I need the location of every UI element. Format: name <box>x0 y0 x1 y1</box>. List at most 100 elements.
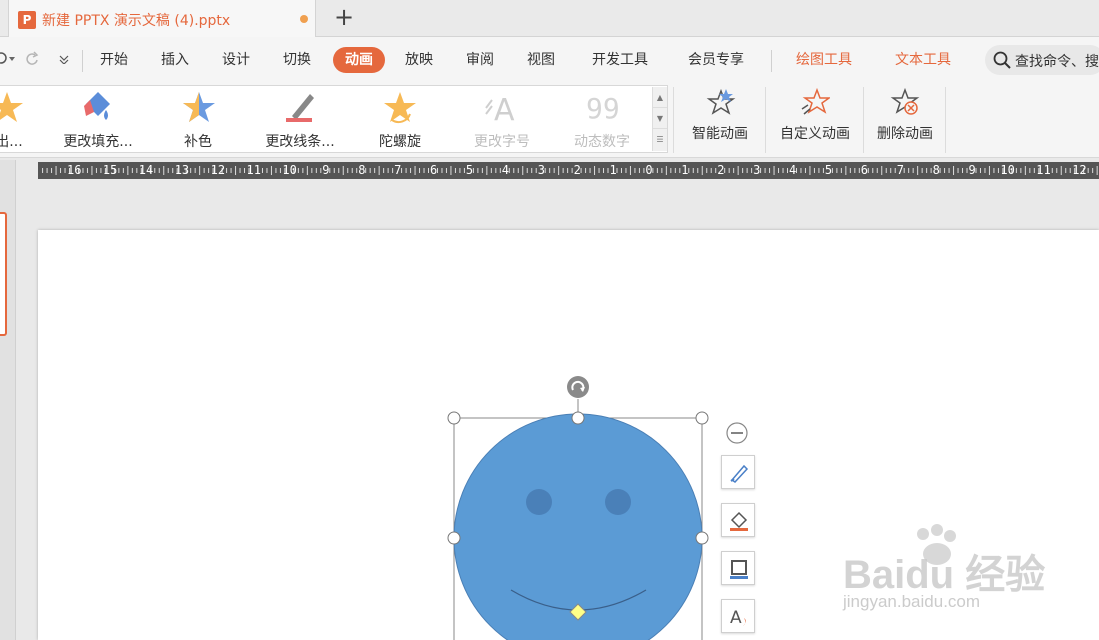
brush-icon <box>730 464 749 483</box>
ruler-number: 2 <box>717 163 725 177</box>
command-search[interactable]: 查找命令、搜 <box>985 45 1099 75</box>
ruler-number: 1 <box>681 163 689 177</box>
dropdown-arrow-icon[interactable] <box>9 57 15 61</box>
ruler-number: 9 <box>322 163 330 177</box>
presentation-app-icon: P <box>18 11 36 29</box>
menu-divider <box>82 50 83 72</box>
ribbon-divider <box>863 87 864 153</box>
gallery-scroll-up-icon[interactable]: ▲ <box>653 87 667 108</box>
menu-tab-review[interactable]: 审阅 <box>466 47 494 73</box>
delete-animation-button[interactable]: 删除动画 <box>868 83 942 155</box>
gallery-scrollbar[interactable]: ▲ ▼ ☰ <box>652 87 667 151</box>
animation-ribbon: 突出... 更改填充... 补色 更改线条... 陀螺旋 A 更改字号 99 动… <box>0 83 1099 158</box>
text-effect-button[interactable]: A <box>721 599 755 633</box>
gallery-item-complementary-color[interactable]: 补色 <box>158 86 238 152</box>
resize-handle-top-right[interactable] <box>695 411 709 425</box>
search-input[interactable]: 查找命令、搜 <box>1015 51 1099 71</box>
tab-bar: P 新建 PPTX 演示文稿 (4).pptx + <box>0 0 1099 38</box>
undo-icon[interactable] <box>0 51 8 65</box>
fill-bucket-icon <box>84 92 110 120</box>
menu-tab-drawing-tools[interactable]: 绘图工具 <box>796 47 852 73</box>
gallery-item-change-line[interactable]: 更改线条... <box>258 86 342 152</box>
ribbon-divider <box>945 87 946 153</box>
gallery-item-change-font-size[interactable]: A 更改字号 <box>460 86 544 152</box>
menu-tab-membership[interactable]: 会员专享 <box>688 47 744 73</box>
resize-handle-left[interactable] <box>447 531 461 545</box>
menu-tab-design[interactable]: 设计 <box>222 47 250 73</box>
dynamic-number-icon: 99 <box>586 92 620 125</box>
menu-tab-view[interactable]: 视图 <box>527 47 555 73</box>
ruler-number: 16 <box>67 163 82 177</box>
ruler-number: 11 <box>246 163 261 177</box>
ruler-number: 12 <box>1072 163 1087 177</box>
svg-text:99: 99 <box>586 92 620 125</box>
ribbon-divider <box>765 87 766 153</box>
shape-outline-button[interactable] <box>721 551 755 585</box>
ruler-number: 8 <box>358 163 366 177</box>
rotate-handle-icon[interactable] <box>567 376 589 398</box>
menu-tab-animation[interactable]: 动画 <box>333 47 385 73</box>
ruler-number: 6 <box>430 163 438 177</box>
svg-text:A: A <box>730 608 742 628</box>
smiley-left-eye <box>526 489 552 515</box>
ruler-number: 14 <box>138 163 154 177</box>
menu-tab-insert[interactable]: 插入 <box>161 47 189 73</box>
new-tab-button[interactable]: + <box>332 5 356 30</box>
ruler-number: 4 <box>501 163 510 177</box>
delete-animation-icon <box>890 87 920 115</box>
shape-style-button[interactable] <box>721 455 755 489</box>
resize-handle-right[interactable] <box>695 531 709 545</box>
ruler-number: 12 <box>210 163 226 177</box>
outline-icon <box>730 560 748 579</box>
text-effect-icon: A <box>730 608 746 628</box>
ruler-number: 0 <box>645 163 653 177</box>
search-icon <box>993 51 1011 69</box>
ruler-number: 3 <box>537 163 545 177</box>
gallery-item-change-fill[interactable]: 更改填充... <box>56 86 140 152</box>
watermark-url: jingyan.baidu.com <box>843 592 981 611</box>
smiley-right-eye <box>605 489 631 515</box>
gallery-item-dynamic-number[interactable]: 99 动态数字 <box>560 86 644 152</box>
ruler-number: 5 <box>824 163 833 177</box>
ruler-number: 9 <box>968 163 976 177</box>
ruler-number: 10 <box>1000 163 1015 177</box>
ruler-number: 15 <box>102 163 118 177</box>
animation-gallery: 突出... 更改填充... 补色 更改线条... 陀螺旋 A 更改字号 99 动… <box>0 85 668 153</box>
smart-animation-icon <box>706 88 736 115</box>
smart-animation-button[interactable]: 智能动画 <box>680 83 760 155</box>
redo-icon[interactable] <box>25 51 41 67</box>
customize-quick-access-icon[interactable] <box>59 54 69 64</box>
ruler-number: 2 <box>573 163 581 177</box>
svg-text:A: A <box>494 93 515 126</box>
shape-fill-button[interactable] <box>721 503 755 537</box>
unsaved-indicator-icon <box>300 15 308 23</box>
gallery-expand-icon[interactable]: ☰ <box>653 129 667 150</box>
baidu-watermark: Baidu 经验 jingyan.baidu.com <box>843 520 1083 620</box>
resize-handle-top-left[interactable] <box>447 411 461 425</box>
custom-animation-button[interactable]: 自定义动画 <box>772 83 858 155</box>
menu-tab-home[interactable]: 开始 <box>100 47 128 73</box>
line-pen-icon <box>286 94 314 122</box>
document-title: 新建 PPTX 演示文稿 (4).pptx <box>42 13 231 29</box>
gallery-item-spin[interactable]: 陀螺旋 <box>358 86 442 152</box>
resize-handle-top[interactable] <box>571 411 585 425</box>
fill-bucket-icon <box>730 511 748 531</box>
menu-tab-slideshow[interactable]: 放映 <box>405 47 433 73</box>
ruler-number: 4 <box>789 163 797 177</box>
ruler-number: 13 <box>174 163 190 177</box>
menu-tab-transitions[interactable]: 切换 <box>283 47 311 73</box>
selected-slide-thumbnail[interactable] <box>0 212 7 336</box>
color-star-icon <box>183 92 215 122</box>
document-tab[interactable]: P 新建 PPTX 演示文稿 (4).pptx <box>8 0 316 38</box>
gallery-item-emphasis[interactable]: 突出... <box>0 86 44 152</box>
collapse-toolbar-icon[interactable] <box>726 422 748 444</box>
menu-tab-text-tools[interactable]: 文本工具 <box>895 47 951 73</box>
spinning-star-icon <box>384 92 416 123</box>
menu-tab-developer[interactable]: 开发工具 <box>592 47 648 73</box>
font-size-icon: A <box>485 93 515 126</box>
ruler-number: 7 <box>394 163 402 177</box>
gallery-scroll-down-icon[interactable]: ▼ <box>653 108 667 129</box>
ruler-number: 8 <box>932 163 940 177</box>
menu-divider <box>771 50 772 72</box>
ruler-number: 3 <box>753 163 761 177</box>
